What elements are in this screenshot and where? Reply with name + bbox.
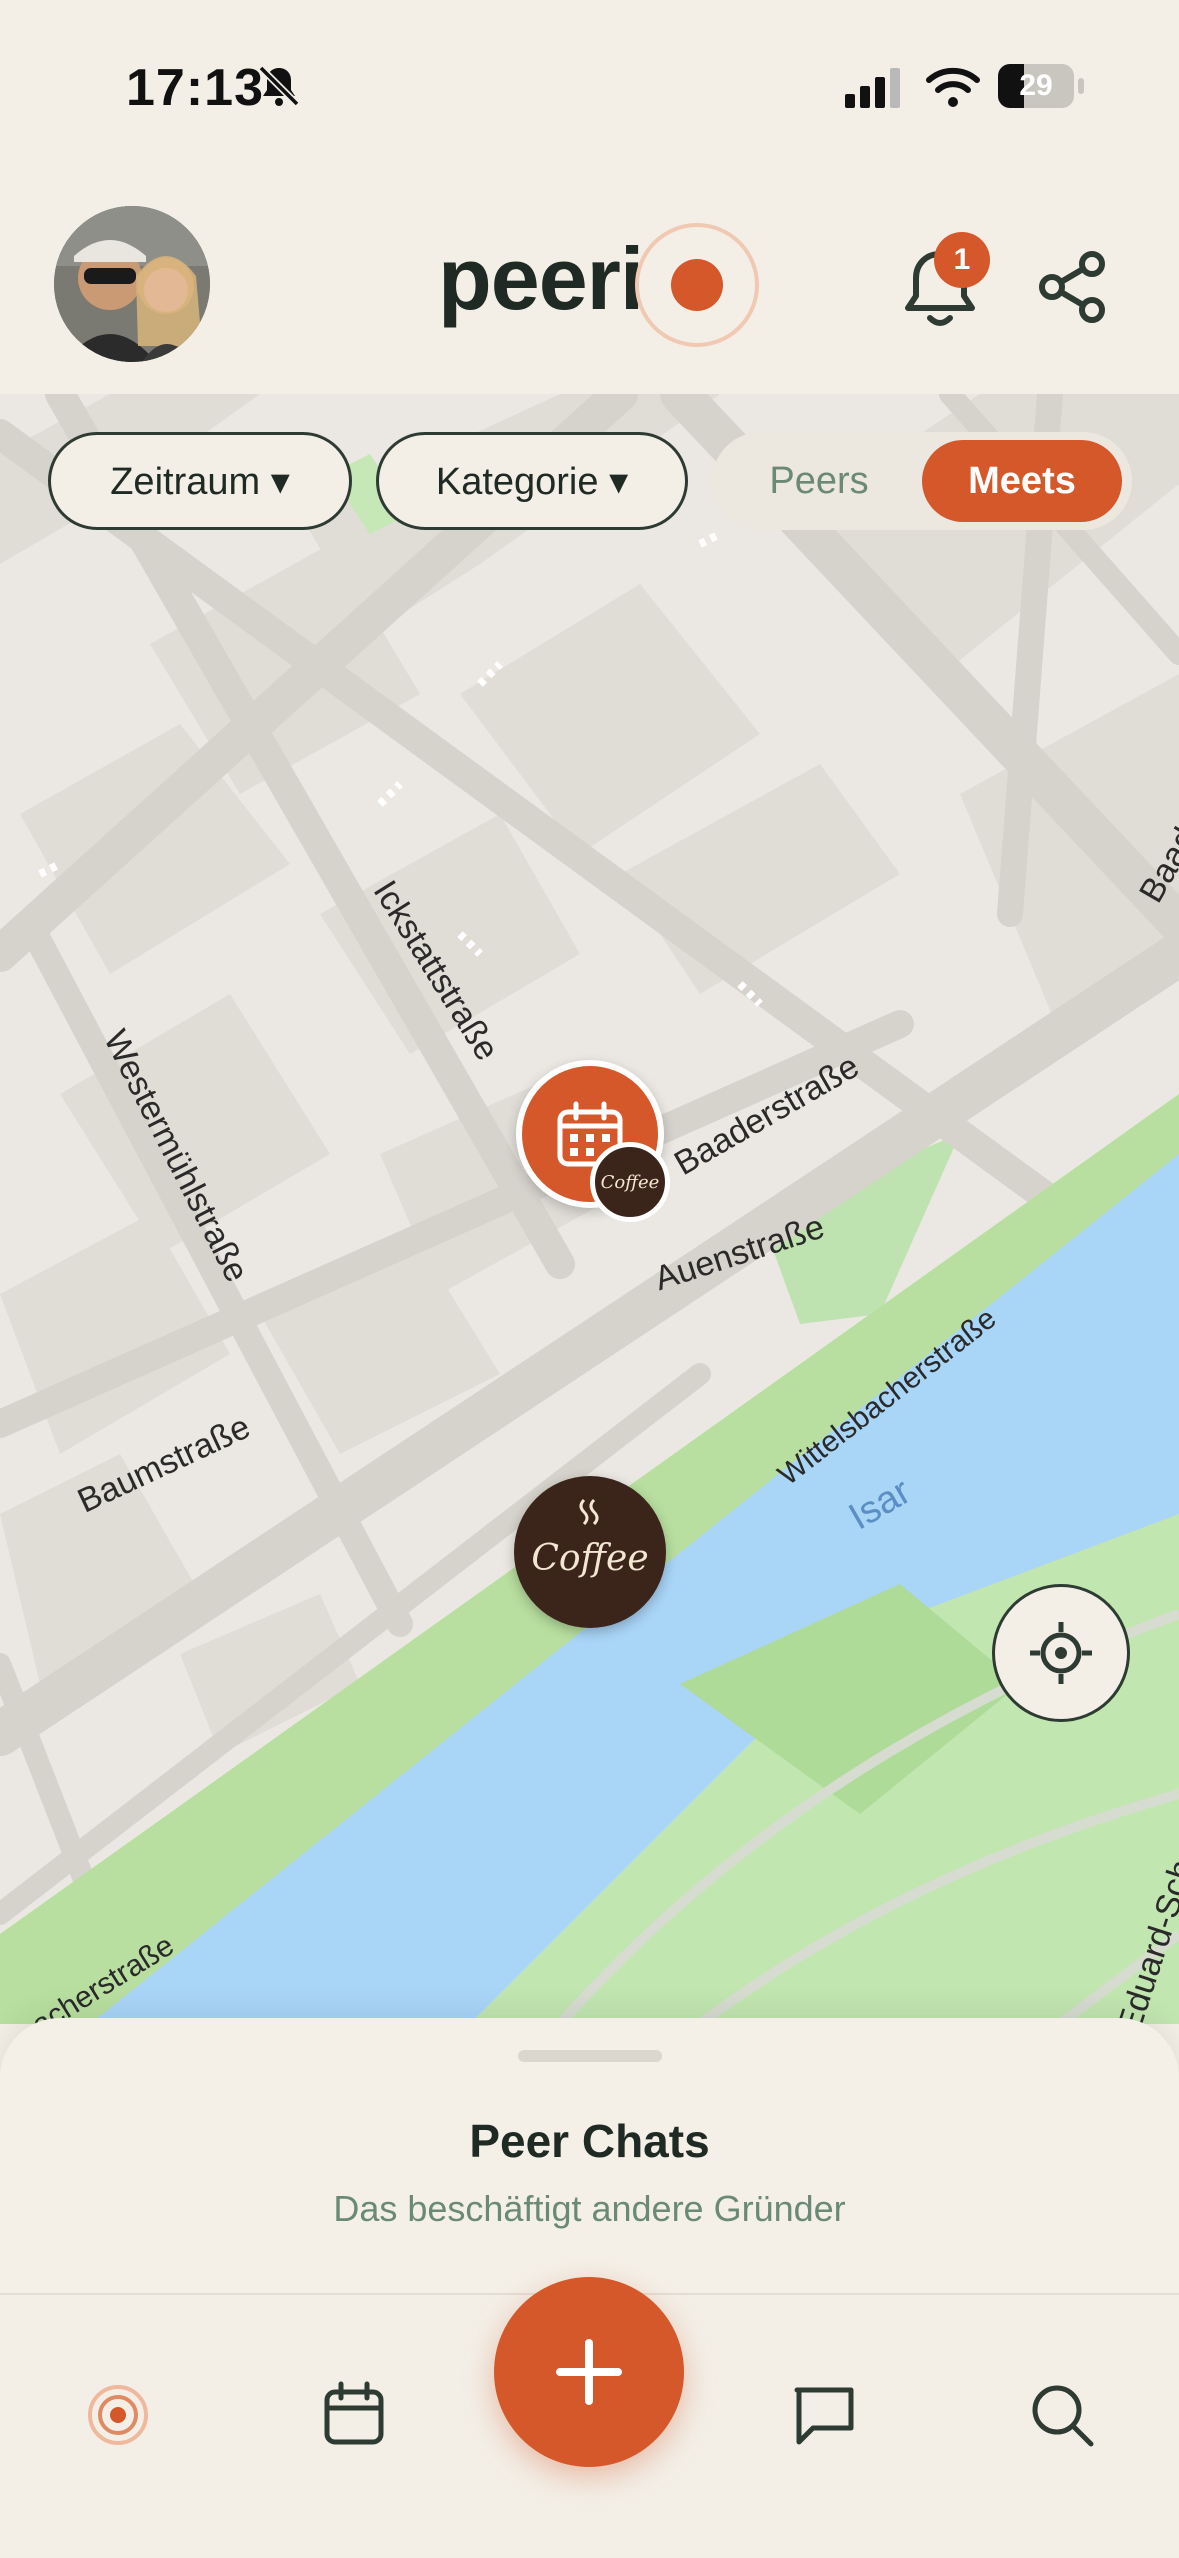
app-logo: peeri [438, 229, 644, 328]
sheet-drag-handle[interactable] [518, 2050, 662, 2062]
category-filter-button[interactable]: Kategorie ▾ [376, 432, 688, 530]
plus-icon [556, 2339, 622, 2405]
map-view[interactable]: Ickstattstraße Baaderstraße Auenstraße W… [0, 394, 1179, 2024]
share-icon[interactable] [1036, 250, 1110, 324]
peer-chats-sheet[interactable]: Peer Chats Das beschäftigt andere Gründe… [0, 2018, 1179, 2293]
status-bar: 17:13 29 [0, 0, 1179, 170]
coffee-label: Coffee [531, 1538, 649, 1579]
notification-badge: 1 [934, 232, 990, 288]
logo-dot-icon [635, 223, 759, 347]
wifi-icon [926, 67, 980, 107]
battery-level: 29 [1019, 69, 1053, 102]
tab-calendar[interactable] [294, 2355, 414, 2475]
crosshair-icon [1030, 1622, 1092, 1684]
bell-muted-icon [258, 65, 300, 107]
toggle-meets-button[interactable]: Meets [922, 440, 1122, 522]
sheet-title: Peer Chats [469, 2115, 710, 2167]
view-toggle: Peers Meets [712, 432, 1132, 530]
status-time: 17:13 [126, 59, 264, 117]
locate-me-button[interactable] [992, 1584, 1130, 1722]
tab-chats[interactable] [764, 2355, 884, 2475]
cellular-signal-icon [845, 68, 900, 108]
map-canvas [0, 394, 1179, 2024]
tab-search[interactable] [1002, 2355, 1122, 2475]
toggle-peers-label: Peers [769, 459, 869, 502]
sheet-subtitle: Das beschäftigt andere Gründer [333, 2188, 846, 2229]
create-button[interactable] [494, 2277, 684, 2467]
notification-count: 1 [953, 243, 971, 276]
period-filter-label: Zeitraum ▾ [110, 460, 290, 503]
coffee-cup-icon [579, 1498, 599, 1526]
toggle-peers-button[interactable]: Peers [724, 440, 914, 522]
period-filter-button[interactable]: Zeitraum ▾ [48, 432, 352, 530]
calendar-tab-icon [324, 2381, 384, 2445]
coffee-label-small: Coffee [600, 1171, 660, 1193]
profile-avatar[interactable] [54, 206, 210, 362]
toggle-meets-label: Meets [968, 459, 1076, 502]
radar-icon [88, 2385, 148, 2445]
chat-bubble-icon [794, 2387, 854, 2445]
search-icon [1032, 2385, 1094, 2447]
tab-map[interactable] [58, 2355, 178, 2475]
category-filter-label: Kategorie ▾ [435, 460, 629, 503]
app-header: peeri 1 [0, 170, 1179, 396]
battery-icon: 29 [998, 64, 1074, 108]
coffee-badge-small: Coffee [590, 1142, 670, 1222]
coffee-place-marker[interactable]: Coffee [514, 1476, 666, 1628]
